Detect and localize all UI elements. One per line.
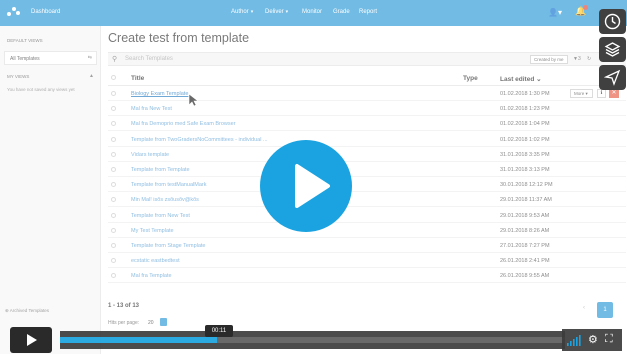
send-icon <box>604 69 621 86</box>
video-controls: 00:11 ⚙ ⛶ <box>0 323 627 354</box>
clock-icon <box>604 13 621 30</box>
play-button[interactable] <box>260 140 352 232</box>
progress-bar[interactable] <box>60 331 565 349</box>
volume-icon[interactable] <box>566 334 582 346</box>
layers-button[interactable] <box>599 37 626 62</box>
gear-icon[interactable]: ⚙ <box>588 333 598 346</box>
share-button[interactable] <box>599 65 626 90</box>
layers-icon <box>604 42 621 57</box>
progress-played <box>60 337 217 343</box>
play-icon <box>295 164 330 208</box>
time-tooltip: 00:11 <box>205 325 233 337</box>
progress-remaining <box>217 337 565 343</box>
screen: Dashboard Author ▾ Deliver ▾ Monitor Grade… <box>0 0 627 354</box>
play-pause-button[interactable] <box>10 327 52 353</box>
fullscreen-icon[interactable]: ⛶ <box>605 333 613 346</box>
play-icon <box>27 334 37 346</box>
history-button[interactable] <box>599 9 626 34</box>
